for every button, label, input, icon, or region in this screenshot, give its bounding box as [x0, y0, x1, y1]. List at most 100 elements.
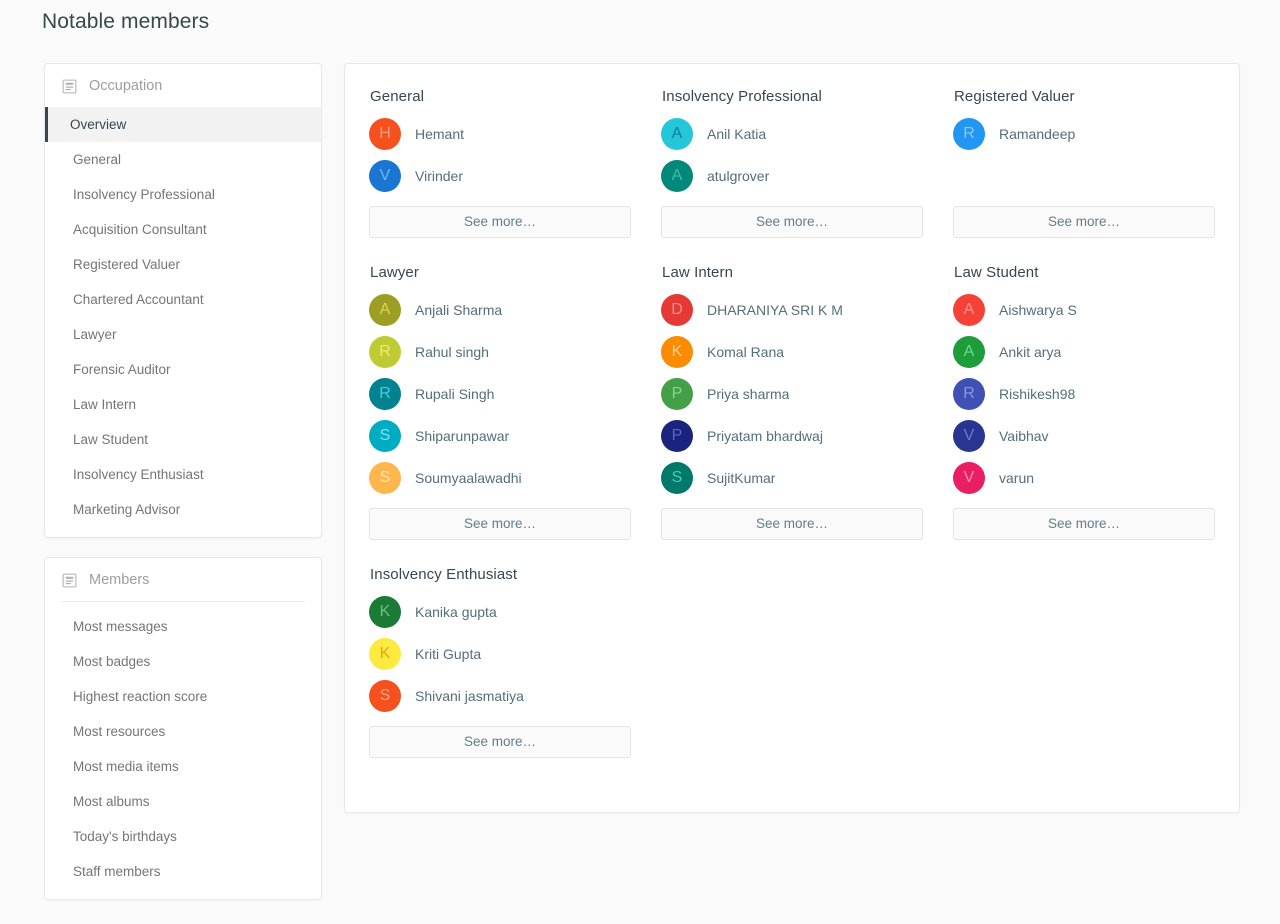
sidebar-item-today-s-birthdays[interactable]: Today's birthdays	[45, 819, 321, 854]
member-name[interactable]: Rupali Singh	[415, 386, 494, 402]
member-name[interactable]: DHARANIYA SRI K M	[707, 302, 843, 318]
member-row[interactable]: A Anil Katia	[661, 113, 923, 155]
member-name[interactable]: Anjali Sharma	[415, 302, 502, 318]
avatar[interactable]: A	[661, 118, 693, 150]
see-more-button[interactable]: See more…	[369, 726, 631, 758]
sidebar-item-law-student[interactable]: Law Student	[45, 422, 321, 457]
sidebar-item-insolvency-professional[interactable]: Insolvency Professional	[45, 177, 321, 212]
member-name[interactable]: Soumyaalawadhi	[415, 470, 522, 486]
member-name[interactable]: Rishikesh98	[999, 386, 1075, 402]
sidebar-item-insolvency-enthusiast[interactable]: Insolvency Enthusiast	[45, 457, 321, 492]
member-name[interactable]: Shiparunpawar	[415, 428, 509, 444]
member-name[interactable]: Anil Katia	[707, 126, 766, 142]
member-row[interactable]: P Priya sharma	[661, 373, 923, 415]
member-name[interactable]: Rahul singh	[415, 344, 489, 360]
sidebar: Occupation OverviewGeneralInsolvency Pro…	[44, 63, 322, 900]
avatar[interactable]: A	[953, 336, 985, 368]
avatar[interactable]: S	[369, 462, 401, 494]
member-row[interactable]: Vvarun	[953, 457, 1215, 499]
member-name[interactable]: Aishwarya S	[999, 302, 1077, 318]
member-name[interactable]: Komal Rana	[707, 344, 784, 360]
avatar[interactable]: R	[953, 118, 985, 150]
layout-spacer	[953, 155, 1215, 197]
avatar[interactable]: V	[953, 420, 985, 452]
sidebar-occupation-list: OverviewGeneralInsolvency ProfessionalAc…	[45, 107, 321, 537]
member-name[interactable]: Ramandeep	[999, 126, 1075, 142]
avatar[interactable]: K	[661, 336, 693, 368]
avatar[interactable]: A	[369, 294, 401, 326]
avatar[interactable]: K	[369, 596, 401, 628]
sidebar-item-overview[interactable]: Overview	[45, 107, 321, 142]
avatar[interactable]: H	[369, 118, 401, 150]
sidebar-item-acquisition-consultant[interactable]: Acquisition Consultant	[45, 212, 321, 247]
member-name[interactable]: Ankit arya	[999, 344, 1061, 360]
see-more-button[interactable]: See more…	[661, 508, 923, 540]
avatar[interactable]: V	[953, 462, 985, 494]
member-row[interactable]: R Rupali Singh	[369, 373, 631, 415]
avatar[interactable]: P	[661, 378, 693, 410]
member-row[interactable]: S Soumyaalawadhi	[369, 457, 631, 499]
member-row[interactable]: S Shiparunpawar	[369, 415, 631, 457]
see-more-button[interactable]: See more…	[953, 508, 1215, 540]
avatar[interactable]: K	[369, 638, 401, 670]
sidebar-item-most-resources[interactable]: Most resources	[45, 714, 321, 749]
member-row[interactable]: K Kanika gupta	[369, 591, 631, 633]
member-name[interactable]: Virinder	[415, 168, 463, 184]
see-more-button[interactable]: See more…	[661, 206, 923, 238]
sidebar-item-most-badges[interactable]: Most badges	[45, 644, 321, 679]
sidebar-item-forensic-auditor[interactable]: Forensic Auditor	[45, 352, 321, 387]
avatar[interactable]: P	[661, 420, 693, 452]
sidebar-item-most-media-items[interactable]: Most media items	[45, 749, 321, 784]
avatar[interactable]: A	[953, 294, 985, 326]
member-name[interactable]: Vaibhav	[999, 428, 1049, 444]
avatar[interactable]: S	[369, 680, 401, 712]
member-name[interactable]: Hemant	[415, 126, 464, 142]
sidebar-item-most-albums[interactable]: Most albums	[45, 784, 321, 819]
member-name[interactable]: varun	[999, 470, 1034, 486]
member-list: K Kanika gupta K Kriti Gupta S Shivani jasmat…	[369, 591, 631, 717]
sidebar-item-lawyer[interactable]: Lawyer	[45, 317, 321, 352]
see-more-button[interactable]: See more…	[369, 508, 631, 540]
member-row[interactable]: S SujitKumar	[661, 457, 923, 499]
avatar[interactable]: R	[953, 378, 985, 410]
avatar[interactable]: S	[369, 420, 401, 452]
member-row[interactable]: V Vaibhav	[953, 415, 1215, 457]
member-row[interactable]: P Priyatam bhardwaj	[661, 415, 923, 457]
member-row[interactable]: S Shivani jasmatiya	[369, 675, 631, 717]
member-name[interactable]: Priya sharma	[707, 386, 789, 402]
avatar[interactable]: V	[369, 160, 401, 192]
avatar[interactable]: R	[369, 378, 401, 410]
member-row[interactable]: K Kriti Gupta	[369, 633, 631, 675]
member-row[interactable]: R Rahul singh	[369, 331, 631, 373]
sidebar-item-law-intern[interactable]: Law Intern	[45, 387, 321, 422]
member-row[interactable]: D DHARANIYA SRI K M	[661, 289, 923, 331]
see-more-button[interactable]: See more…	[369, 206, 631, 238]
member-name[interactable]: Shivani jasmatiya	[415, 688, 524, 704]
sidebar-item-marketing-advisor[interactable]: Marketing Advisor	[45, 492, 321, 527]
member-row[interactable]: R Ramandeep	[953, 113, 1215, 155]
member-row[interactable]: A Ankit arya	[953, 331, 1215, 373]
sidebar-item-chartered-accountant[interactable]: Chartered Accountant	[45, 282, 321, 317]
avatar[interactable]: D	[661, 294, 693, 326]
see-more-button[interactable]: See more…	[953, 206, 1215, 238]
avatar[interactable]: S	[661, 462, 693, 494]
avatar[interactable]: A	[661, 160, 693, 192]
sidebar-item-registered-valuer[interactable]: Registered Valuer	[45, 247, 321, 282]
member-row[interactable]: R Rishikesh98	[953, 373, 1215, 415]
sidebar-item-highest-reaction-score[interactable]: Highest reaction score	[45, 679, 321, 714]
member-row[interactable]: Aatulgrover	[661, 155, 923, 197]
member-row[interactable]: A Anjali Sharma	[369, 289, 631, 331]
member-name[interactable]: atulgrover	[707, 168, 769, 184]
member-name[interactable]: SujitKumar	[707, 470, 775, 486]
sidebar-item-most-messages[interactable]: Most messages	[45, 609, 321, 644]
member-row[interactable]: H Hemant	[369, 113, 631, 155]
member-row[interactable]: K Komal Rana	[661, 331, 923, 373]
member-row[interactable]: V Virinder	[369, 155, 631, 197]
member-name[interactable]: Kriti Gupta	[415, 646, 481, 662]
member-row[interactable]: A Aishwarya S	[953, 289, 1215, 331]
sidebar-item-general[interactable]: General	[45, 142, 321, 177]
sidebar-item-staff-members[interactable]: Staff members	[45, 854, 321, 889]
avatar[interactable]: R	[369, 336, 401, 368]
member-name[interactable]: Priyatam bhardwaj	[707, 428, 823, 444]
member-name[interactable]: Kanika gupta	[415, 604, 497, 620]
